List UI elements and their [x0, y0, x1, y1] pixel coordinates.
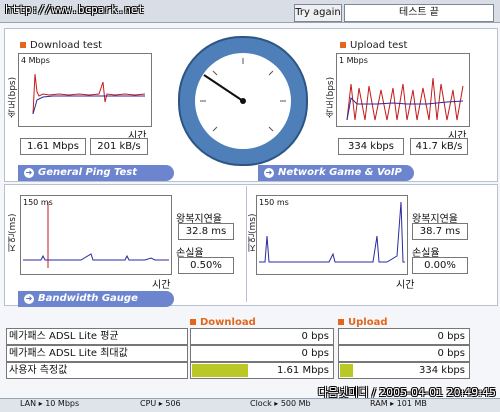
- bandwidth-download-header-text: Download: [200, 317, 256, 328]
- upload-series-red: [346, 77, 464, 121]
- bandwidth-download-header: Download: [190, 317, 256, 328]
- upload-kbps: 334 kbps: [338, 138, 404, 155]
- bandwidth-row-download: 0 bps: [190, 328, 334, 345]
- tab-bandwidth-gauge-label: Bandwidth Gauge: [38, 293, 138, 304]
- try-again-button[interactable]: Try again: [294, 4, 342, 22]
- bandwidth-row-upload: 334 kbps: [338, 362, 470, 379]
- bandwidth-upload-header-text: Upload: [348, 317, 388, 328]
- game-graph: 150 ms: [256, 195, 408, 275]
- bandwidth-row-label: 사용자 측정값: [6, 362, 188, 379]
- ping-line-chart: [23, 202, 169, 268]
- download-value: 0 bps: [301, 331, 329, 342]
- ping-graph: 150 ms: [20, 195, 172, 275]
- ping-rtt-value: 32.8 ms: [178, 223, 234, 240]
- download-mbps: 1.61 Mbps: [20, 138, 86, 155]
- bullet-icon: [340, 42, 346, 48]
- game-series: [259, 201, 405, 263]
- arrow-right-icon: ➜: [264, 168, 274, 178]
- download-scale: 4 Mbps: [21, 56, 50, 65]
- tab-general-ping[interactable]: ➜ General Ping Test: [18, 165, 174, 181]
- upload-value: 0 bps: [437, 331, 465, 342]
- gauge-needle: [200, 58, 286, 132]
- ping-ylabel: 지연(ms): [8, 213, 18, 252]
- tab-general-ping-label: General Ping Test: [38, 167, 138, 178]
- ping-scale: 150 ms: [23, 198, 53, 207]
- bandwidth-row-upload: 0 bps: [338, 345, 470, 362]
- status-cpu: CPU ▸ 506: [140, 399, 181, 408]
- status-bar: LAN ▸ 10 Mbps CPU ▸ 506 Clock ▸ 500 Mb R…: [0, 398, 500, 412]
- tab-bandwidth-gauge[interactable]: ➜ Bandwidth Gauge: [18, 291, 174, 307]
- arrow-right-icon: ➜: [24, 294, 34, 304]
- status-lan: LAN ▸ 10 Mbps: [20, 399, 80, 408]
- status-clock: Clock ▸ 500 Mb: [250, 399, 311, 408]
- download-bar: [192, 364, 248, 377]
- speed-gauge: [178, 36, 308, 166]
- bullet-icon: [20, 42, 26, 48]
- bandwidth-row-download: 1.61 Mbps: [190, 362, 334, 379]
- arrow-right-icon: ➜: [24, 168, 34, 178]
- download-kbs: 201 kB/s: [90, 138, 148, 155]
- tab-network-game[interactable]: ➜Network Game & VoIP Test: [258, 165, 414, 194]
- site-url: http://www.bcpark.net: [5, 3, 145, 16]
- test-status: 테스트 끝: [344, 4, 494, 22]
- game-rtt-value: 38.7 ms: [412, 223, 468, 240]
- upload-graph: 1 Mbps: [336, 53, 470, 127]
- bullet-icon: [338, 319, 344, 325]
- ping-loss-value: 0.50%: [178, 257, 234, 274]
- upload-scale: 1 Mbps: [339, 56, 368, 65]
- download-series-blue: [32, 95, 145, 115]
- download-graph: 4 Mbps: [18, 53, 152, 127]
- upload-title: Upload test: [340, 40, 407, 51]
- bandwidth-upload-header: Upload: [338, 317, 387, 328]
- bandwidth-row-upload: 0 bps: [338, 328, 470, 345]
- upload-bar: [340, 364, 353, 377]
- download-value: 1.61 Mbps: [277, 365, 329, 376]
- bullet-icon: [190, 319, 196, 325]
- game-scale: 150 ms: [259, 198, 289, 207]
- status-ram: RAM ▸ 101 MB: [370, 399, 427, 408]
- download-title: Download test: [20, 40, 102, 51]
- upload-kbs: 41.7 kB/s: [410, 138, 468, 155]
- download-series-red: [32, 73, 146, 115]
- bandwidth-row-download: 0 bps: [190, 345, 334, 362]
- game-line-chart: [259, 201, 405, 263]
- bandwidth-row-label: 메가패스 ADSL Lite 평균: [6, 328, 188, 345]
- ping-series: [23, 253, 169, 261]
- upload-title-text: Upload test: [350, 40, 408, 51]
- download-value: 0 bps: [301, 348, 329, 359]
- ping-xlabel: 시간: [152, 280, 171, 291]
- bandwidth-row-label: 메가패스 ADSL Lite 최대값: [6, 345, 188, 362]
- game-xlabel: 시간: [396, 280, 415, 291]
- game-loss-value: 0.00%: [412, 257, 468, 274]
- upload-value: 334 kbps: [419, 365, 465, 376]
- upload-value: 0 bps: [437, 348, 465, 359]
- download-title-text: Download test: [30, 40, 103, 51]
